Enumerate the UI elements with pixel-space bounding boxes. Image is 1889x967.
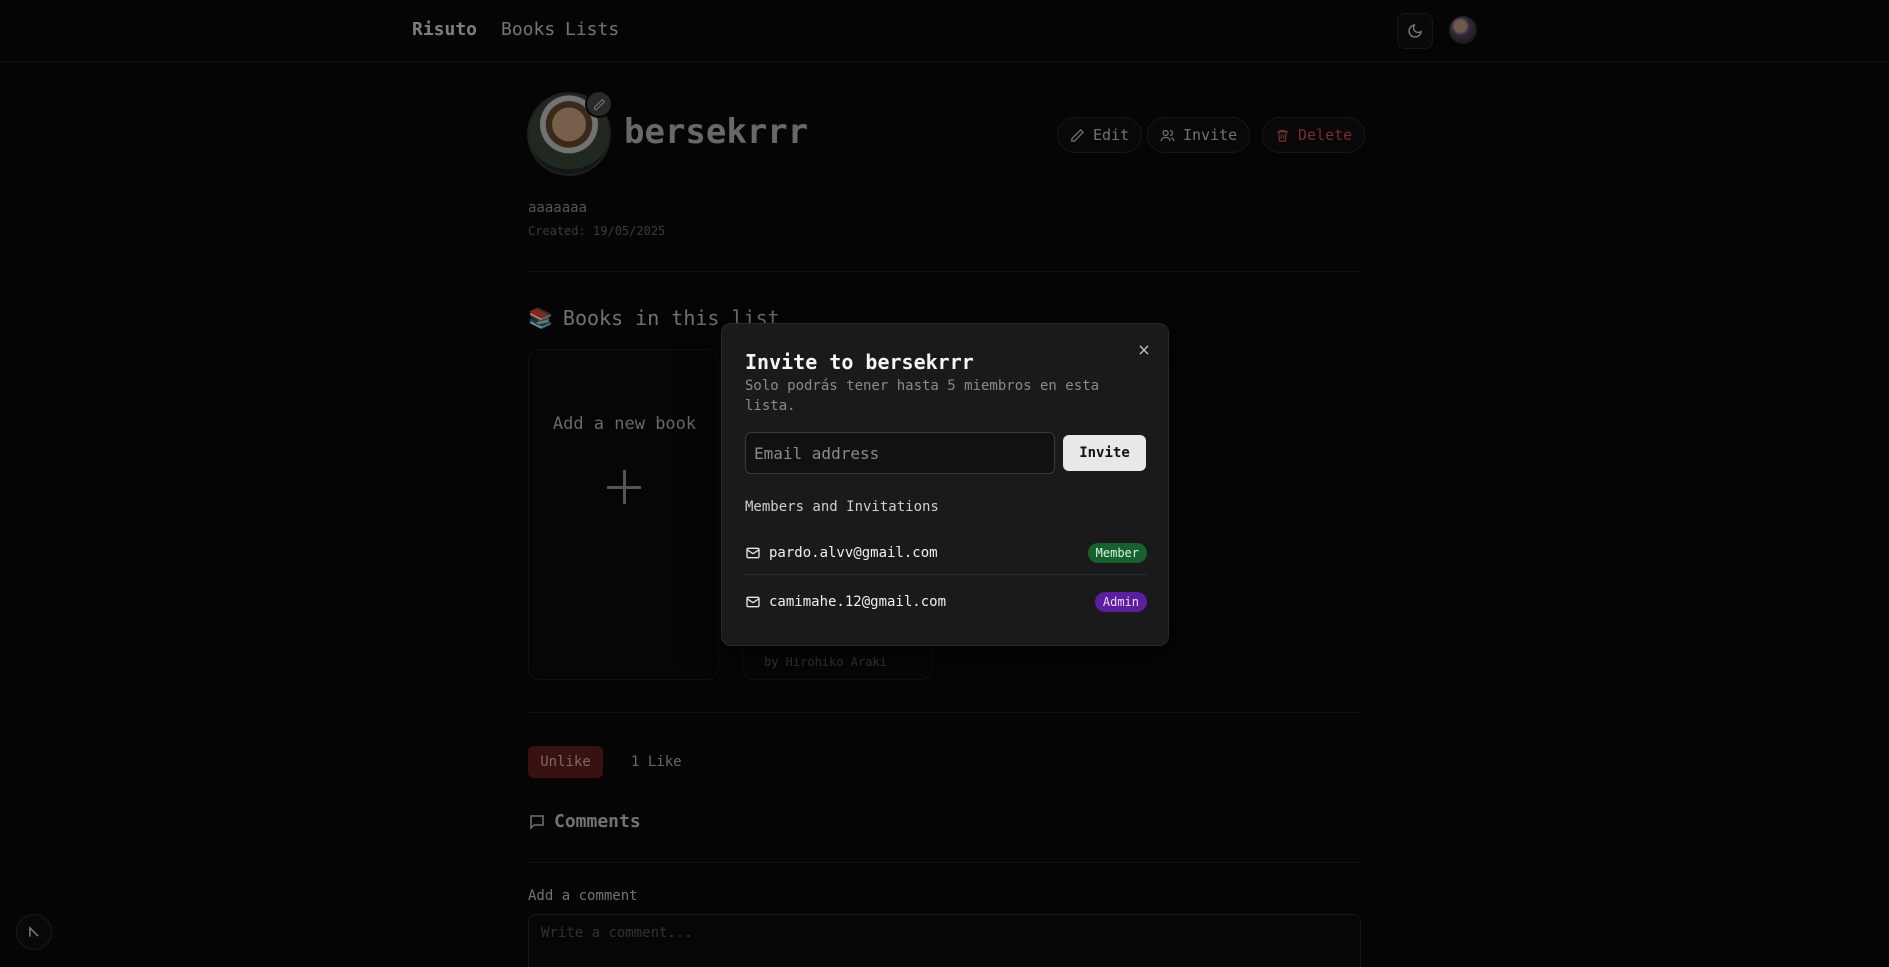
member-row: pardo.alvv@gmail.com Member [745,533,1147,573]
mail-icon [746,547,760,559]
member-row: camimahe.12@gmail.com Admin [745,582,1147,622]
close-icon [1139,345,1149,355]
member-email: camimahe.12@gmail.com [769,594,947,610]
email-input[interactable] [745,432,1055,474]
member-email: pardo.alvv@gmail.com [769,545,938,561]
invite-modal: Invite to bersekrrr Solo podrás tener ha… [721,323,1169,646]
mail-icon [746,596,760,608]
close-button[interactable] [1134,340,1154,360]
role-badge: Member [1087,543,1147,563]
modal-title: Invite to bersekrrr [745,350,974,374]
modal-subtitle: Solo podrás tener hasta 5 miembros en es… [745,378,1100,414]
invite-submit-button[interactable]: Invite [1063,435,1146,471]
members-title: Members and Invitations [745,499,939,515]
member-divider [745,574,1147,575]
role-badge: Admin [1094,592,1147,612]
